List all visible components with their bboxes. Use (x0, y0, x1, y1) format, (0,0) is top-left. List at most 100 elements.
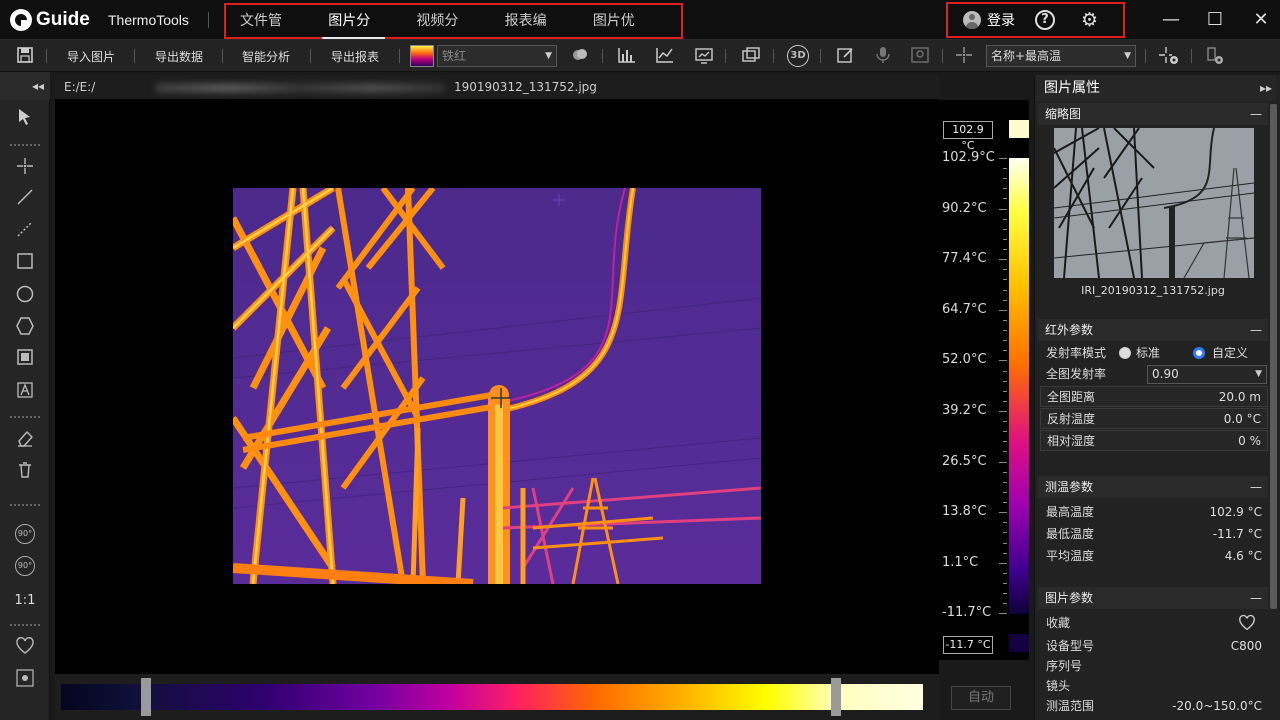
export-data-button[interactable]: 导出数据 (155, 48, 203, 65)
login-button[interactable]: 登录 (987, 10, 1015, 30)
global-distance-row[interactable]: 全图距离 20.0 m (1040, 386, 1268, 407)
help-icon[interactable]: ? (1035, 10, 1055, 30)
image-params-section-header[interactable]: 图片参数 — (1038, 587, 1268, 609)
temperature-color-bar (1009, 158, 1029, 614)
max-temp-row: 最高温度 102.9 °C (1040, 502, 1268, 522)
minimize-section-icon[interactable]: — (1250, 319, 1262, 341)
text-tool-icon[interactable] (12, 380, 38, 406)
title-bar: Guide ThermoTools 文件管理 图片分析 视频分析 报表编辑 图片… (0, 0, 1280, 63)
scale-label: 90.2°C (942, 200, 987, 216)
crosshair-icon[interactable] (954, 46, 974, 66)
logo-text: Guide (36, 9, 90, 30)
scale-minor-tick (1003, 400, 1007, 402)
scale-tick (999, 309, 1007, 311)
auto-range-button[interactable]: 自动 (951, 686, 1011, 710)
thermal-image[interactable] (233, 188, 761, 584)
pointer-icon[interactable] (12, 108, 38, 134)
save-icon[interactable] (15, 46, 35, 66)
full-image-area-icon[interactable] (12, 347, 38, 373)
thumbnail-section-header[interactable]: 缩略图 — (1038, 103, 1268, 125)
humidity-label: 相对湿度 (1047, 434, 1096, 448)
ellipse-tool-icon[interactable] (12, 284, 38, 310)
minimize-section-icon[interactable]: — (1250, 476, 1262, 498)
range-min-handle[interactable] (141, 678, 151, 716)
scale-minor-tick (1003, 552, 1007, 554)
tab-image-analysis[interactable]: 图片分析 (322, 4, 386, 63)
rotate-right-icon[interactable]: 90° (15, 556, 35, 576)
global-distance-value[interactable]: 20.0 m (1219, 387, 1261, 407)
smart-analysis-button[interactable]: 智能分析 (242, 48, 290, 65)
close-button[interactable]: ✕ (1249, 8, 1273, 32)
rotate-left-icon[interactable]: 90° (15, 524, 35, 544)
location-icon[interactable] (910, 46, 930, 66)
import-image-button[interactable]: 导入图片 (67, 48, 115, 65)
overlay-icon[interactable] (741, 46, 761, 66)
user-avatar-icon[interactable] (963, 11, 981, 29)
reflected-temp-row[interactable]: 反射温度 0.0 °C (1040, 408, 1268, 429)
radio-custom-label[interactable]: 自定义 (1212, 343, 1248, 363)
favorite-heart-icon[interactable] (1238, 614, 1256, 637)
settings-gear-icon[interactable]: ⚙ (1081, 9, 1098, 31)
actual-size-button[interactable]: 1:1 (12, 588, 38, 614)
minimize-section-icon[interactable]: — (1250, 103, 1262, 125)
device-settings-icon[interactable] (1204, 46, 1224, 66)
delete-icon[interactable] (12, 460, 38, 486)
palette-swatch[interactable] (410, 45, 434, 67)
rectangle-tool-icon[interactable] (12, 251, 38, 277)
maximize-button[interactable]: ☐ (1203, 8, 1227, 32)
tab-video-analysis[interactable]: 视频分析 (416, 4, 467, 63)
color-adjust-icon[interactable] (570, 46, 590, 66)
minimize-button[interactable]: — (1159, 8, 1183, 32)
scale-label: 102.9°C (942, 150, 995, 165)
tab-image-optimization[interactable]: 图片优化 (593, 4, 644, 63)
tab-report-editing[interactable]: 报表编辑 (505, 4, 556, 63)
tab-file-management[interactable]: 文件管理 (240, 4, 291, 63)
microphone-icon[interactable] (873, 46, 893, 66)
panel-scrollbar[interactable] (1270, 104, 1277, 609)
scale-minor-tick (1003, 532, 1007, 534)
point-tool-icon[interactable] (12, 156, 38, 182)
minimize-section-icon[interactable]: — (1250, 587, 1262, 609)
scale-minor-tick (1003, 350, 1007, 352)
thumbnail-image[interactable] (1054, 128, 1254, 278)
humidity-value[interactable]: 0 % (1238, 431, 1261, 451)
eraser-icon[interactable] (12, 428, 38, 454)
measure-params-title: 测温参数 (1045, 480, 1094, 494)
range-max-handle[interactable] (831, 678, 841, 716)
polygon-tool-icon[interactable] (12, 316, 38, 342)
brightness-icon[interactable] (12, 668, 38, 694)
polyline-tool-icon[interactable] (12, 219, 38, 245)
radio-custom[interactable] (1193, 347, 1205, 359)
label-mode-select[interactable]: 名称+最高温 ▼ (986, 45, 1136, 67)
scale-minor-tick (1003, 583, 1007, 585)
edit-icon[interactable] (835, 46, 855, 66)
scale-minor-tick (1003, 340, 1007, 342)
ir-params-section-header[interactable]: 红外参数 — (1038, 319, 1268, 341)
measure-params-section-header[interactable]: 测温参数 — (1038, 476, 1268, 498)
scale-label: 13.8°C (942, 504, 987, 520)
min-temp-box[interactable]: -11.7 °C (943, 636, 993, 654)
reflected-temp-value[interactable]: 0.0 °C (1224, 409, 1261, 429)
scale-minor-tick (1003, 390, 1007, 392)
3d-view-icon[interactable]: 3D (787, 45, 809, 67)
collapse-left-button[interactable]: ◂◂ (0, 72, 50, 100)
trend-chart-icon[interactable] (694, 46, 714, 66)
scale-label: 52.0°C (942, 352, 987, 368)
divider (310, 49, 311, 63)
global-distance-label: 全图距离 (1047, 390, 1096, 404)
radio-standard-label[interactable]: 标准 (1136, 343, 1160, 363)
line-tool-icon[interactable] (12, 187, 38, 213)
export-report-button[interactable]: 导出报表 (331, 48, 379, 65)
histogram-icon[interactable] (617, 46, 637, 66)
palette-select[interactable]: 铁红 ▼ (437, 45, 557, 67)
scale-minor-tick (1003, 168, 1007, 170)
line-chart-icon[interactable] (655, 46, 675, 66)
humidity-row[interactable]: 相对湿度 0 % (1040, 430, 1268, 451)
collapse-right-button[interactable]: ▸▸ (1260, 75, 1272, 101)
radio-standard[interactable] (1119, 347, 1131, 359)
emissivity-select[interactable]: 0.90 ▼ (1147, 365, 1267, 384)
point-settings-icon[interactable] (1158, 46, 1178, 66)
heart-icon[interactable] (12, 636, 38, 662)
max-color-swatch (1009, 120, 1029, 138)
max-temp-box[interactable]: 102.9 °C (943, 121, 993, 152)
